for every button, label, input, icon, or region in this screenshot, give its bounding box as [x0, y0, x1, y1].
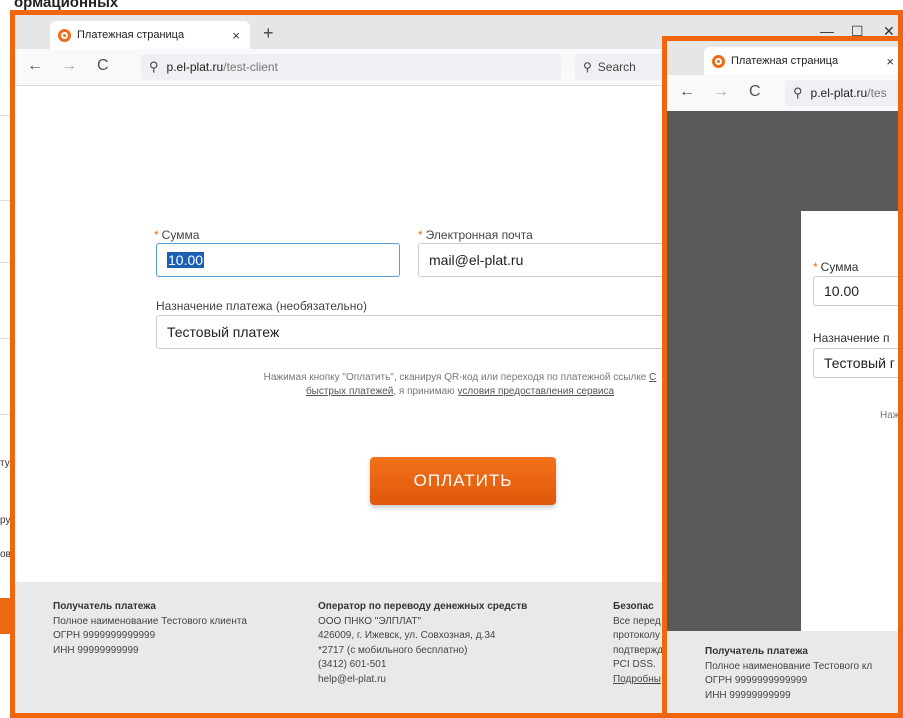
forward-arrow-icon[interactable]: →	[713, 83, 729, 101]
search-icon: ⚲	[583, 60, 592, 74]
page-footer: Получатель платежа Полное наименование Т…	[667, 631, 898, 713]
tab-close-icon[interactable]: ×	[232, 28, 240, 43]
tab-payment-page[interactable]: Платежная страница ×	[50, 21, 250, 49]
url-domain: p.el-plat.ru	[810, 86, 868, 100]
search-icon: ⚲	[793, 85, 803, 100]
url-path: /tes	[867, 86, 887, 100]
recipient-title: Получатель платежа	[705, 646, 808, 657]
background-fragment: ру	[0, 515, 11, 526]
operator-block: Оператор по переводу денежных средств ОО…	[318, 600, 527, 687]
sbp-link[interactable]: быстрых платежей	[306, 386, 393, 397]
amount-input[interactable]: 10.00	[813, 276, 898, 306]
operator-title: Оператор по переводу денежных средств	[318, 601, 528, 612]
amount-value: 10.00	[824, 283, 860, 299]
purpose-value: Тестовый платеж	[167, 324, 280, 340]
tab-title: Платежная страница	[77, 29, 185, 41]
amount-input[interactable]: 10.00	[156, 243, 400, 277]
search-icon: ⚲	[149, 59, 159, 74]
elplat-logo-icon	[712, 54, 725, 68]
recipient-block: Получатель платежа Полное наименование Т…	[53, 600, 247, 658]
security-line: подтвержд	[613, 644, 664, 656]
terms-text: Нажимая кнопку "Оплатить", сканируя QR-к…	[263, 372, 657, 397]
background-fragment: ту	[0, 458, 10, 469]
url-path: /test-client	[223, 60, 278, 74]
forward-arrow-icon[interactable]: →	[61, 57, 77, 75]
operator-email: help@el-plat.ru	[318, 673, 386, 685]
operator-line: *2717 (с мобильного бесплатно)	[318, 644, 468, 656]
reload-icon[interactable]: C	[97, 57, 109, 75]
operator-line: ООО ПНКО "ЭЛПЛАТ"	[318, 615, 422, 627]
email-value: mail@el-plat.ru	[429, 252, 524, 268]
tab-close-icon[interactable]: ×	[886, 54, 894, 69]
tab-bar: Платежная страница ×	[667, 41, 898, 75]
operator-line: 426009, г. Ижевск, ул. Совхозная, д.34	[318, 630, 496, 641]
recipient-line: ИНН 99999999999	[705, 689, 791, 701]
recipient-line: ОГРН 9999999999999	[53, 630, 156, 641]
purpose-input[interactable]: Тестовый г	[813, 348, 898, 378]
recipient-line: Полное наименование Тестового клиента	[53, 615, 247, 627]
recipient-block: Получатель платежа Полное наименование Т…	[705, 645, 872, 703]
pay-button[interactable]: ОПЛАТИТЬ	[370, 457, 556, 505]
back-arrow-icon[interactable]: ←	[679, 83, 695, 101]
recipient-line: ИНН 99999999999	[53, 644, 139, 656]
operator-line: (3412) 601-501	[318, 659, 387, 670]
back-arrow-icon[interactable]: ←	[27, 57, 43, 75]
recipient-title: Получатель платежа	[53, 601, 156, 612]
new-tab-button[interactable]: +	[263, 23, 274, 44]
search-label: Search	[597, 60, 636, 74]
navigation-bar: ← → C ⚲ p.el-plat.ru/tes	[667, 75, 898, 112]
tab-title: Платежная страница	[731, 55, 839, 67]
search-box[interactable]: ⚲ Search	[575, 54, 675, 80]
security-line: Все перед	[613, 615, 661, 627]
security-block: Безопас Все перед протоколу подтвержд PC…	[613, 600, 663, 687]
address-bar[interactable]: ⚲ p.el-plat.ru/tes	[785, 80, 898, 106]
purpose-label: Назначение платежа (необязательно)	[156, 299, 368, 313]
amount-label: * Сумма	[154, 228, 200, 242]
sbp-link[interactable]: С	[649, 372, 656, 383]
security-line: протоколу	[613, 630, 661, 641]
security-line: PCI DSS.	[613, 659, 656, 670]
recipient-line: ОГРН 9999999999999	[705, 675, 808, 686]
terms-text: Наж	[880, 410, 900, 421]
url-domain: p.el-plat.ru	[166, 60, 224, 74]
email-label: * Электронная почта	[418, 228, 533, 242]
security-title: Безопас	[613, 601, 654, 612]
elplat-logo-icon	[58, 28, 71, 42]
service-terms-link[interactable]: условия предоставления сервиса	[457, 386, 614, 397]
purpose-label: Назначение п	[813, 331, 890, 345]
recipient-line: Полное наименование Тестового кл	[705, 660, 873, 672]
reload-icon[interactable]: C	[749, 83, 761, 101]
browser-window-secondary: Платежная страница × ← → C ⚲ p.el-plat.r…	[662, 36, 903, 718]
security-more-link[interactable]: Подробны	[613, 674, 661, 685]
purpose-input[interactable]: Тестовый платеж	[156, 315, 716, 349]
tab-payment-page[interactable]: Платежная страница ×	[704, 47, 898, 75]
address-bar[interactable]: ⚲ p.el-plat.ru/test-client	[141, 54, 561, 80]
amount-label: * Сумма	[813, 260, 859, 274]
amount-value: 10.00	[167, 252, 205, 268]
purpose-value: Тестовый г	[824, 355, 895, 371]
